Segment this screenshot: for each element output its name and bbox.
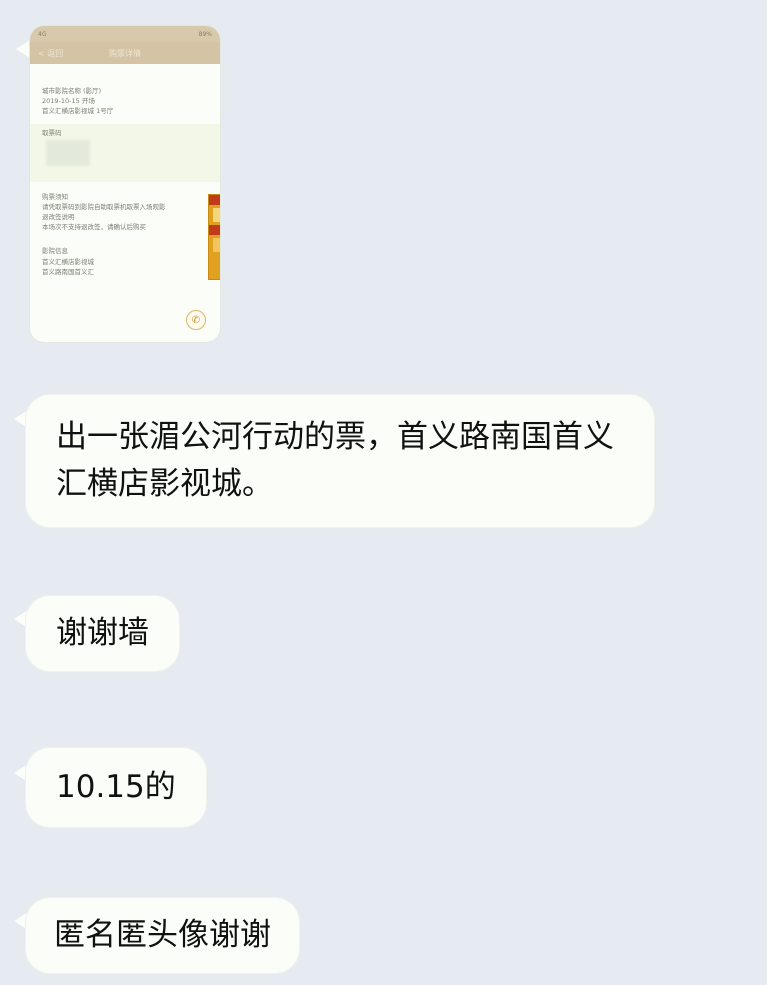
phone-nav-bar: < 返回 购票详情: [30, 42, 220, 64]
back-link: < 返回: [38, 48, 64, 58]
phone-body: 城市影院名称 (影厅) 2019-10-15 开场 首义汇横店影视城 1号厅 取…: [30, 64, 220, 285]
notice2-text: 本场次不支持退改签，请确认后购买: [42, 223, 146, 232]
phone-icon: ✆: [186, 310, 206, 330]
code-label: 取票码: [42, 129, 62, 138]
blurred-code: [46, 140, 90, 167]
movie-poster: [208, 194, 220, 281]
message-bubble[interactable]: 谢谢墙: [26, 596, 179, 671]
notice-title: 购票须知: [42, 193, 68, 202]
contact-title: 影院信息: [42, 247, 68, 256]
notice-text: 请凭取票码到影院自助取票机取票入场观影: [42, 203, 166, 212]
phone-status-bar: 4G 89%: [30, 26, 220, 42]
message-bubble[interactable]: 出一张湄公河行动的票，首义路南国首义汇横店影视城。: [26, 395, 654, 527]
message-bubble[interactable]: 10.15的: [26, 748, 206, 827]
notice2-title: 退改签说明: [42, 213, 75, 222]
info-line-2: 首义汇横店影视城 1号厅: [42, 107, 114, 116]
ticket-code-box: 取票码: [30, 124, 220, 183]
info-line-1: 2019-10-15 开场: [42, 97, 95, 106]
contact-line-2: 首义路南国首义汇: [42, 267, 94, 276]
status-right: 89%: [198, 30, 212, 38]
cinema-line: 城市影院名称 (影厅): [42, 87, 102, 95]
notice-section: 购票须知 请凭取票码到影院自助取票机取票入场观影 退改签说明 本场次不支持退改签…: [42, 192, 220, 281]
message-bubble[interactable]: 匿名匿头像谢谢: [26, 898, 299, 973]
status-left: 4G: [38, 30, 47, 38]
bubble-tail: [16, 40, 30, 58]
contact-line-1: 首义汇横店影视城: [42, 257, 94, 266]
image-message[interactable]: 4G 89% < 返回 购票详情 城市影院名称 (影厅) 2019-10-15 …: [30, 26, 220, 342]
